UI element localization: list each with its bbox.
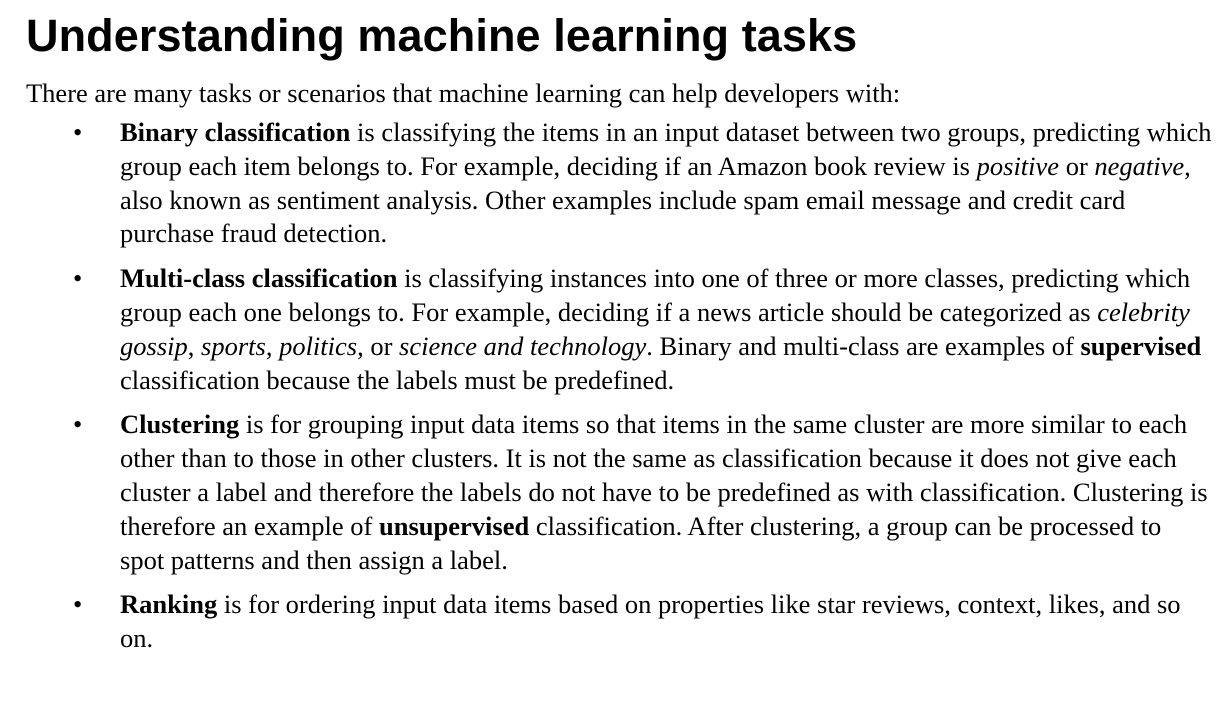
task-list: • Binary classification is classifying t… bbox=[0, 116, 1216, 667]
bullet-icon: • bbox=[73, 117, 83, 147]
term-multi-class-classification: Multi-class classification bbox=[120, 263, 398, 294]
page-title: Understanding machine learning tasks bbox=[26, 10, 858, 61]
emphasis-sports: sports bbox=[201, 330, 266, 361]
item-text: is for ordering input data items based o… bbox=[120, 589, 1181, 654]
item-text: , bbox=[265, 330, 280, 361]
emphasis-positive: positive bbox=[976, 150, 1060, 181]
term-ranking: Ranking bbox=[120, 589, 218, 620]
item-text: , bbox=[187, 330, 201, 361]
intro-paragraph: There are many tasks or scenarios that m… bbox=[26, 78, 901, 108]
item-text: , or bbox=[357, 330, 400, 361]
list-item-binary-classification: • Binary classification is classifying t… bbox=[0, 116, 1212, 251]
term-clustering: Clustering bbox=[120, 409, 240, 440]
item-text: or bbox=[1059, 150, 1095, 181]
list-item-clustering: • Clustering is for grouping input data … bbox=[0, 408, 1212, 577]
bullet-icon: • bbox=[73, 409, 83, 440]
list-item-multi-class-classification: • Multi-class classification is classify… bbox=[0, 262, 1212, 397]
emphasis-politics: politics bbox=[279, 330, 358, 361]
emphasis-science-and-technology: science and technology bbox=[399, 330, 647, 361]
emphasis-negative: negative bbox=[1094, 150, 1185, 181]
item-text: classification because the labels must b… bbox=[120, 364, 675, 395]
strong-unsupervised: unsupervised bbox=[378, 510, 530, 541]
bullet-icon: • bbox=[73, 263, 83, 294]
strong-supervised: supervised bbox=[1080, 330, 1202, 361]
item-text: . Binary and multi-class are examples of bbox=[646, 330, 1081, 361]
document-page: Understanding machine learning tasks The… bbox=[0, 0, 1216, 727]
term-binary-classification: Binary classification bbox=[120, 117, 351, 147]
bullet-icon: • bbox=[73, 589, 83, 620]
list-item-ranking: • Ranking is for ordering input data ite… bbox=[0, 588, 1212, 656]
